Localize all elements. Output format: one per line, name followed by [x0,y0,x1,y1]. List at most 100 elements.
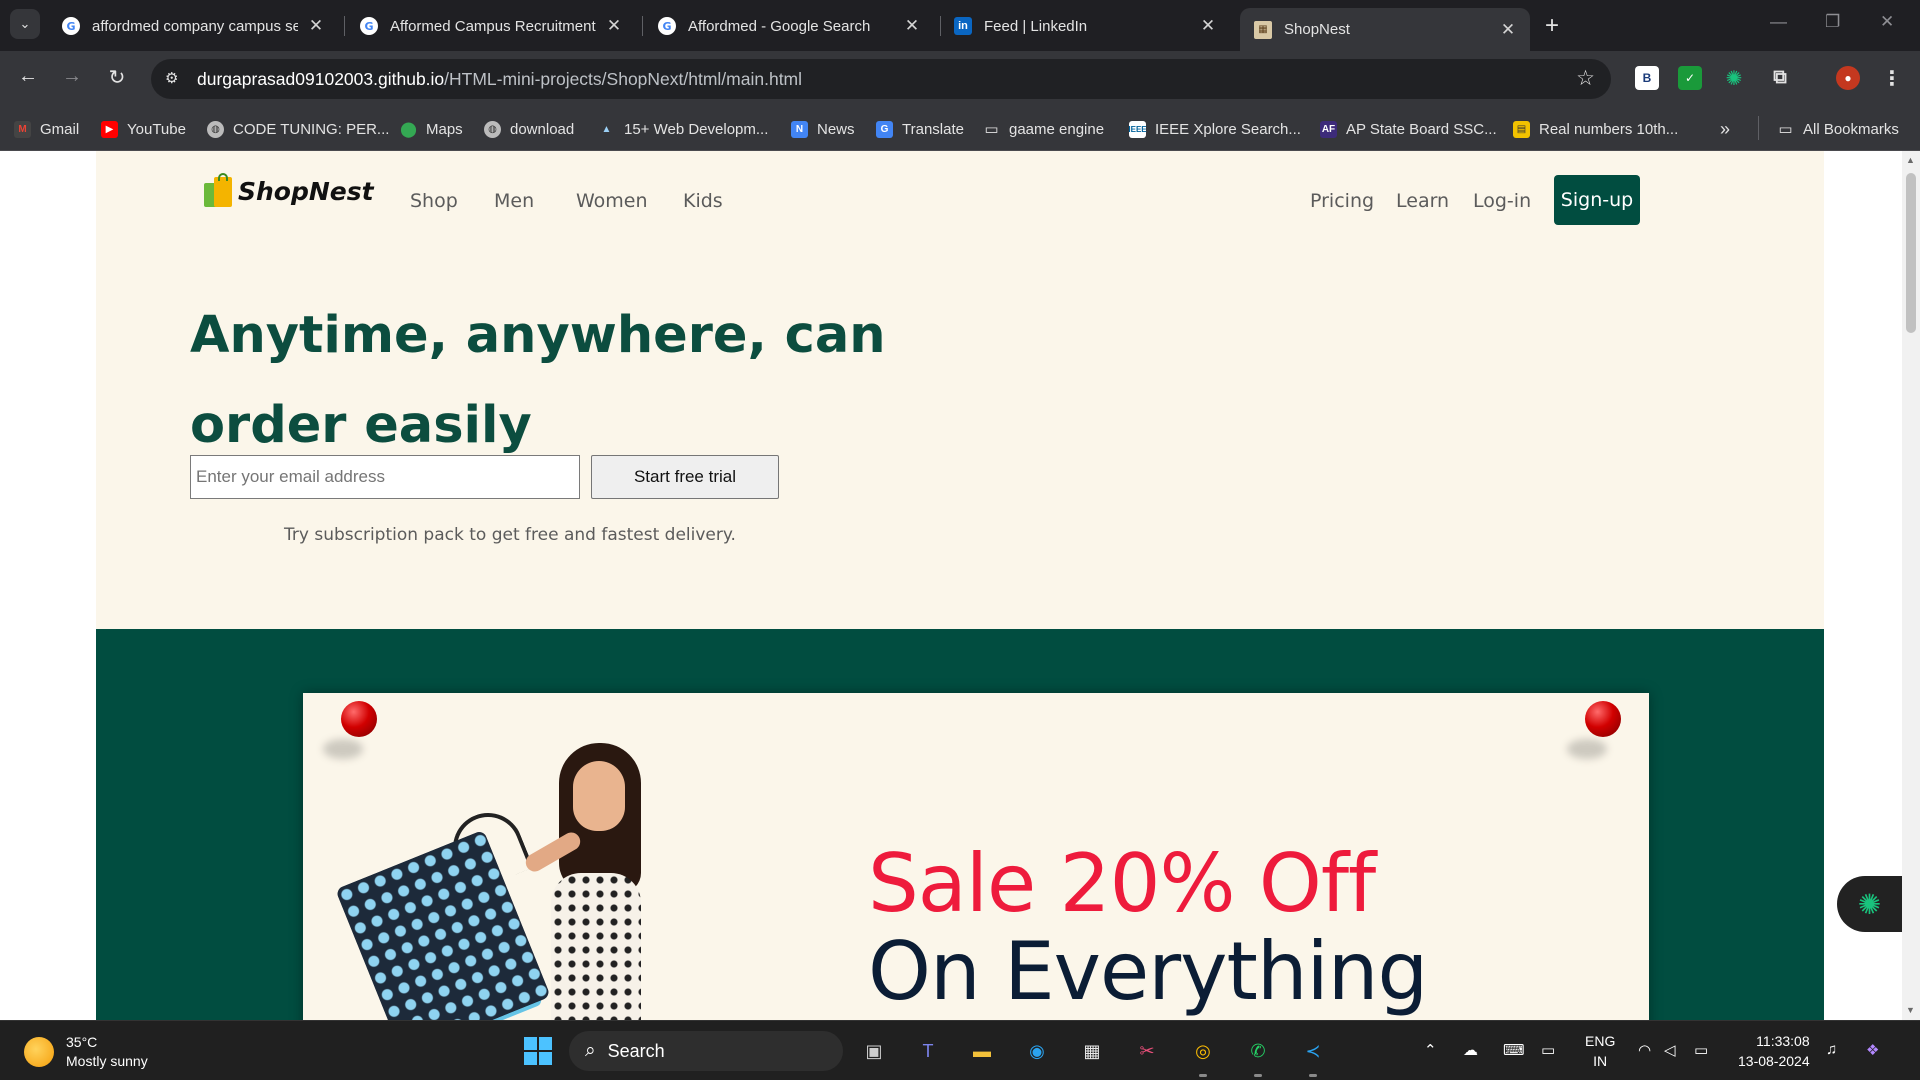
bookmark-ieee[interactable]: IEEE IEEE Xplore Search... [1128,119,1301,139]
chatgpt-extension-icon[interactable]: ✺ [1722,66,1746,90]
bookmark-real-numbers[interactable]: ▤ Real numbers 10th... [1513,119,1678,139]
teams-icon[interactable]: T [912,1035,944,1067]
close-icon[interactable]: ✕ [306,16,326,36]
book-icon: ▤ [1513,120,1530,138]
taskbar-search[interactable]: ⌕ Search [569,1031,843,1071]
puzzle-icon[interactable]: ⧉ [1768,66,1792,90]
signup-button[interactable]: Sign-up [1554,175,1640,225]
running-indicator [1254,1074,1262,1077]
reload-button[interactable]: ↻ [103,65,131,90]
site-info-icon[interactable]: ⚙ [165,69,178,87]
bookmark-label: Real numbers 10th... [1539,120,1679,138]
all-bookmarks[interactable]: ▭ All Bookmarks [1777,119,1898,139]
onedrive-icon[interactable]: ☁ [1463,1041,1478,1059]
b-extension-icon[interactable]: B [1635,66,1659,90]
bookmark-maps[interactable]: ⬤ Maps [400,119,463,139]
bookmark-news[interactable]: N News [791,119,855,139]
bookmark-gaame-engine[interactable]: ▭ gaame engine [983,119,1104,139]
partly-sunny-icon [24,1037,54,1067]
nav-pricing[interactable]: Pricing [1310,190,1374,212]
browser-toolbar: ← → ↻ ⚙ durgaprasad09102003.github.io/HT… [0,51,1920,107]
whatsapp-icon[interactable]: ✆ [1242,1035,1274,1067]
nav-shop[interactable]: Shop [410,190,458,212]
close-icon[interactable]: ✕ [1498,20,1518,40]
new-tab-button[interactable]: + [1545,12,1559,40]
maximize-button[interactable]: ❐ [1825,12,1840,32]
tab-search-button[interactable]: ⌄ [10,9,40,39]
bookmark-web-development[interactable]: ▲ 15+ Web Developm... [598,119,769,139]
system-clock[interactable]: 11:33:08 13-08-2024 [1738,1031,1810,1071]
close-icon[interactable]: ✕ [902,16,922,36]
bookmark-code-tuning[interactable]: ◍ CODE TUNING: PER... [207,119,389,139]
scroll-thumb[interactable] [1906,173,1916,333]
bookmark-youtube[interactable]: ▶ YouTube [101,119,186,139]
profile-avatar[interactable]: ● [1836,66,1860,90]
keyboard-icon[interactable]: ⌨ [1503,1041,1525,1059]
tab-linkedin[interactable]: in Feed | LinkedIn ✕ [940,8,1230,44]
nav-login[interactable]: Log-in [1473,190,1531,212]
snipping-tool-icon[interactable]: ✂ [1131,1035,1163,1067]
page-scrollbar[interactable]: ▲ ▼ [1902,151,1920,1020]
battery-icon[interactable]: ▭ [1694,1041,1708,1059]
shopnest-icon: ▦ [1254,20,1272,39]
globe-icon: ◍ [484,120,501,138]
weather-widget[interactable]: 35°C Mostly sunny [24,1033,148,1071]
shopnest-page: ShopNest Shop Men Women Kids Pricing Lea… [96,151,1824,1020]
ieee-icon: IEEE [1128,120,1147,138]
file-explorer-icon[interactable]: ▬ [966,1035,998,1067]
globe-icon: ◍ [207,120,224,138]
bookmark-label: IEEE Xplore Search... [1155,120,1301,138]
edge-icon[interactable]: ◉ [1021,1035,1053,1067]
bookmark-translate[interactable]: G Translate [876,119,964,139]
bookmark-gmail[interactable]: M Gmail [14,119,79,139]
tab-separator [344,16,345,36]
check-extension-icon[interactable]: ✓ [1678,66,1702,90]
chevron-up-icon[interactable]: ⌃ [1424,1041,1437,1059]
gmail-icon: M [14,120,31,138]
bookmark-ap-state-board[interactable]: AF AP State Board SSC... [1320,119,1497,139]
vscode-icon[interactable]: ≺ [1297,1035,1329,1067]
lang-region: IN [1593,1053,1608,1069]
start-free-trial-button[interactable]: Start free trial [591,455,779,499]
nav-kids[interactable]: Kids [683,190,723,212]
brand-logo[interactable]: ShopNest [204,173,374,209]
close-icon[interactable]: ✕ [604,16,624,36]
tab-afformed-recruitment[interactable]: G Afformed Campus Recruitment ✕ [346,8,636,44]
nav-men[interactable]: Men [494,190,534,212]
more-bookmarks-icon[interactable]: » [1720,119,1730,139]
kebab-menu-icon[interactable]: ⋮ [1880,66,1904,90]
tab-shopnest[interactable]: ▦ ShopNest ✕ [1240,8,1530,51]
chatgpt-float-icon[interactable]: ✺ [1837,876,1902,932]
bookmark-download[interactable]: ◍ download [484,119,574,139]
store-icon[interactable]: ▦ [1076,1035,1108,1067]
clock-time: 11:33:08 [1756,1033,1810,1049]
tab-affordmed-search[interactable]: G Affordmed - Google Search ✕ [644,8,934,44]
display-icon[interactable]: ▭ [1541,1041,1555,1059]
brand-name: ShopNest [238,176,374,206]
clock-date: 13-08-2024 [1738,1053,1810,1069]
scroll-up-icon[interactable]: ▲ [1906,155,1915,165]
back-button[interactable]: ← [14,65,42,88]
windows-icon [524,1037,552,1065]
close-icon[interactable]: ✕ [1198,16,1218,36]
language-indicator[interactable]: ENG IN [1585,1031,1615,1071]
nav-learn[interactable]: Learn [1396,190,1449,212]
start-button[interactable] [522,1035,554,1067]
minimize-button[interactable]: — [1770,12,1787,32]
bookmark-star-icon[interactable]: ☆ [1576,66,1595,91]
task-view-icon[interactable]: ▣ [858,1035,890,1067]
search-icon: ⌕ [585,1040,596,1061]
wifi-icon[interactable]: ◠ [1638,1041,1651,1059]
nav-women[interactable]: Women [576,190,648,212]
email-input[interactable] [190,455,580,499]
volume-icon[interactable]: ◁ [1664,1041,1676,1059]
windows-taskbar: 35°C Mostly sunny ⌕ Search ▣ T ▬ ◉ ▦ ✂ ◎… [0,1020,1920,1080]
chrome-icon[interactable]: ◎ [1187,1035,1219,1067]
close-window-button[interactable]: ✕ [1880,12,1894,32]
scroll-down-icon[interactable]: ▼ [1906,1005,1915,1015]
tab-affordmed-campus[interactable]: G affordmed company campus se ✕ [48,8,338,44]
notification-bell-icon[interactable]: ♫ [1826,1041,1837,1058]
copilot-icon[interactable]: ❖ [1866,1041,1879,1059]
address-bar[interactable]: ⚙ durgaprasad09102003.github.io/HTML-min… [151,59,1611,99]
forward-button[interactable]: → [58,65,86,88]
